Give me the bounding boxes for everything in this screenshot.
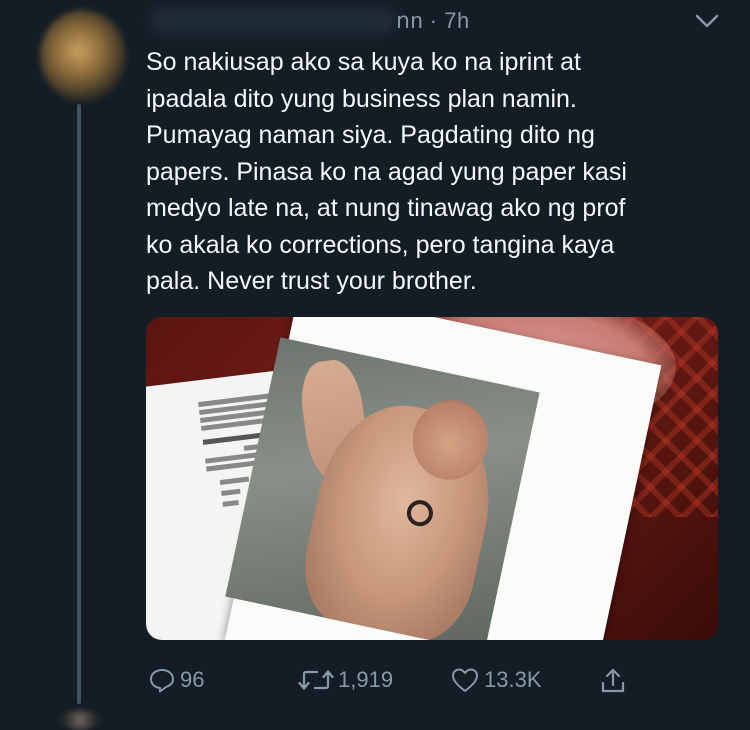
like-count: 13.3K xyxy=(484,667,542,692)
share-icon xyxy=(601,668,625,693)
printed-photo xyxy=(225,337,540,640)
share-button[interactable] xyxy=(598,666,628,696)
avatar[interactable] xyxy=(40,10,126,102)
tweet-actions: 96 1,919 13.3K xyxy=(0,660,750,704)
next-tweet-avatar[interactable] xyxy=(58,710,102,730)
reply-count: 96 xyxy=(180,667,205,692)
chevron-down-icon[interactable] xyxy=(692,10,722,34)
reply-icon xyxy=(150,669,174,693)
reply-button[interactable]: 96 xyxy=(148,666,204,694)
like-button[interactable]: 13.3K xyxy=(450,666,542,694)
tweet-meta: ոn · 7h xyxy=(396,8,470,33)
retweet-button[interactable]: 1,919 xyxy=(298,666,393,694)
author-name-blurred[interactable] xyxy=(150,8,395,34)
tweet-text: So nakiusap ako sa kuya ko na iprint at … xyxy=(146,48,627,295)
thread-line xyxy=(77,104,81,704)
retweet-icon xyxy=(298,670,334,690)
tweet-media-image[interactable] xyxy=(146,317,718,640)
heart-icon xyxy=(452,668,478,692)
retweet-count: 1,919 xyxy=(338,667,394,692)
